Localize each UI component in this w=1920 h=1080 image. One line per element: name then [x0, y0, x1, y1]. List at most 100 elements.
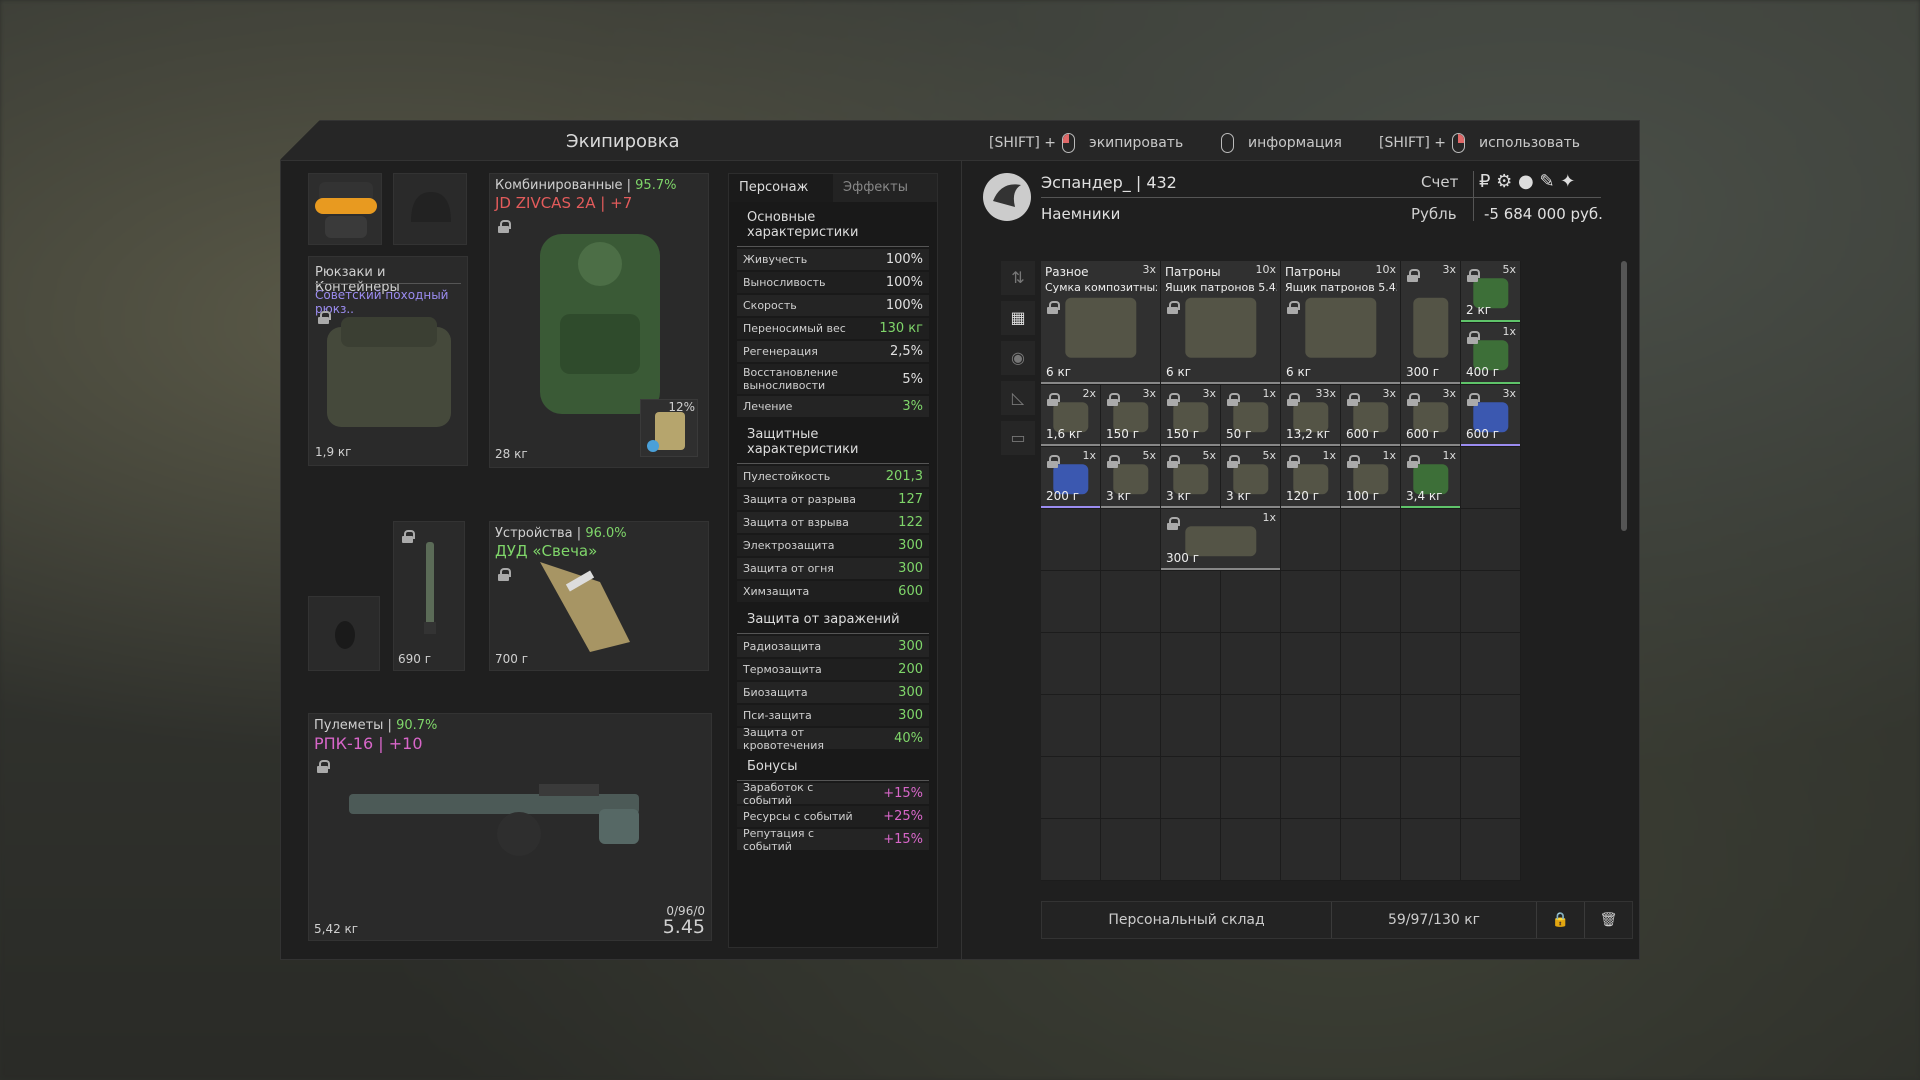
- inventory-cell[interactable]: [1161, 695, 1221, 757]
- inventory-cell[interactable]: [1401, 695, 1461, 757]
- inventory-cell[interactable]: [1221, 757, 1281, 819]
- inventory-cell[interactable]: [1341, 757, 1401, 819]
- mouse-icon: [1221, 133, 1234, 153]
- inventory-item[interactable]: 5x 2 кг: [1461, 261, 1520, 322]
- device-slot[interactable]: Устройства | 96.0% ДУД «Свеча» 700 г: [489, 521, 709, 671]
- mask-slot[interactable]: [308, 173, 382, 245]
- inventory-item[interactable]: 5x 3 кг: [1161, 447, 1220, 508]
- inventory-cell[interactable]: [1281, 757, 1341, 819]
- tab-character[interactable]: Персонаж: [729, 174, 833, 202]
- inventory-cell[interactable]: [1101, 509, 1161, 571]
- inventory-item[interactable]: ПатроныЯщик патронов 5.45 мм..10x6 кг: [1161, 261, 1280, 384]
- inventory-cell[interactable]: [1461, 571, 1521, 633]
- inventory-cell[interactable]: [1041, 571, 1101, 633]
- inventory-cell[interactable]: [1101, 819, 1161, 881]
- window-title: Экипировка: [566, 131, 680, 152]
- inventory-item[interactable]: 3x 300 г: [1401, 261, 1460, 384]
- inventory-item[interactable]: 1x 200 г: [1041, 447, 1100, 508]
- inventory-cell[interactable]: [1221, 633, 1281, 695]
- armor-slot[interactable]: Комбинированные | 95.7% JD ZIVCAS 2A | +…: [489, 173, 709, 468]
- inventory-cell[interactable]: [1041, 695, 1101, 757]
- inventory-item[interactable]: 3x 600 г: [1461, 385, 1520, 446]
- box-icon[interactable]: ▭: [1001, 421, 1035, 455]
- inventory-cell[interactable]: [1041, 509, 1101, 571]
- lock-icon: [1047, 393, 1060, 406]
- ruler-icon[interactable]: ◺: [1001, 381, 1035, 415]
- lock-icon[interactable]: 🔒: [1536, 902, 1584, 938]
- melee-slot[interactable]: 690 г: [393, 521, 465, 671]
- weapon-slot[interactable]: Пулеметы | 90.7% РПК-16 | +10 0/96/0 5.4…: [308, 713, 712, 941]
- inventory-item[interactable]: 1x 300 г: [1161, 509, 1280, 570]
- inventory-cell[interactable]: [1281, 695, 1341, 757]
- inventory-cell[interactable]: [1401, 819, 1461, 881]
- stat-row: Защита от кровотечения 40%: [737, 726, 929, 752]
- inventory-cell[interactable]: [1221, 695, 1281, 757]
- inventory-item[interactable]: 3x 600 г: [1401, 385, 1460, 446]
- stat-row: Переносимый вес 130 кг: [737, 318, 929, 339]
- inventory-cell[interactable]: [1341, 509, 1401, 571]
- sort-icon[interactable]: ⇅: [1001, 261, 1035, 295]
- inventory-cell[interactable]: [1281, 819, 1341, 881]
- lock-icon: [1227, 455, 1240, 468]
- inventory-cell[interactable]: [1161, 571, 1221, 633]
- inventory-cell[interactable]: [1281, 509, 1341, 571]
- inventory-cell[interactable]: [1101, 757, 1161, 819]
- inventory-cell[interactable]: [1161, 819, 1221, 881]
- inventory-item[interactable]: 5x 3 кг: [1101, 447, 1160, 508]
- personal-storage-button[interactable]: Персональный склад: [1042, 902, 1332, 938]
- inventory-cell[interactable]: [1041, 633, 1101, 695]
- ruble-icon[interactable]: ₽ ⚙ ● ✎ ✦: [1479, 171, 1575, 192]
- inventory-item[interactable]: 3x 600 г: [1341, 385, 1400, 446]
- inventory-cell[interactable]: [1161, 633, 1221, 695]
- inventory-cell[interactable]: [1221, 571, 1281, 633]
- inventory-cell[interactable]: [1401, 633, 1461, 695]
- inventory-cell[interactable]: [1341, 819, 1401, 881]
- inventory-item[interactable]: 1x 50 г: [1221, 385, 1280, 446]
- stat-row: Заработок с событий +15%: [737, 781, 929, 807]
- inventory-item[interactable]: 1x 3,4 кг: [1401, 447, 1460, 508]
- inventory-item[interactable]: 1x 120 г: [1281, 447, 1340, 508]
- inventory-cell[interactable]: [1041, 819, 1101, 881]
- backpack-slot[interactable]: Рюкзаки и Контейнеры Советский походный …: [308, 256, 468, 466]
- tab-effects[interactable]: Эффекты: [833, 174, 937, 202]
- inventory-cell[interactable]: [1461, 819, 1521, 881]
- lock-icon: [1287, 301, 1300, 314]
- inventory-cell[interactable]: [1461, 757, 1521, 819]
- inventory-item[interactable]: 1x 400 г: [1461, 323, 1520, 384]
- inventory-item[interactable]: 33x 13,2 кг: [1281, 385, 1340, 446]
- inventory-cell[interactable]: [1341, 571, 1401, 633]
- armor-insert-slot[interactable]: 12%: [640, 399, 698, 457]
- inventory-cell[interactable]: [1101, 571, 1161, 633]
- grid-icon[interactable]: ▦: [1001, 301, 1035, 335]
- inventory-cell[interactable]: [1281, 633, 1341, 695]
- inventory-cell[interactable]: [1101, 633, 1161, 695]
- inventory-item[interactable]: РазноеСумка композитных пла..3x6 кг: [1041, 261, 1160, 384]
- inventory-cell[interactable]: [1041, 757, 1101, 819]
- trash-icon[interactable]: 🗑: [1584, 902, 1632, 938]
- item-icon: [1064, 297, 1137, 358]
- inventory-cell[interactable]: [1161, 757, 1221, 819]
- helmet-slot[interactable]: [393, 173, 467, 245]
- inventory-cell[interactable]: [1461, 447, 1521, 509]
- inventory-cell[interactable]: [1401, 571, 1461, 633]
- inventory-cell[interactable]: [1341, 695, 1401, 757]
- inventory-cell[interactable]: [1221, 819, 1281, 881]
- inventory-cell[interactable]: [1101, 695, 1161, 757]
- inventory-item[interactable]: 5x 3 кг: [1221, 447, 1280, 508]
- inventory-cell[interactable]: [1401, 757, 1461, 819]
- inventory-item[interactable]: 3x 150 г: [1101, 385, 1160, 446]
- inventory-cell[interactable]: [1461, 509, 1521, 571]
- inventory-item[interactable]: 2x 1,6 кг: [1041, 385, 1100, 446]
- inventory-cell[interactable]: [1341, 633, 1401, 695]
- grenade-slot[interactable]: [308, 596, 380, 671]
- inventory-item[interactable]: 1x 100 г: [1341, 447, 1400, 508]
- inventory-cell[interactable]: [1401, 509, 1461, 571]
- scrollbar[interactable]: [1621, 261, 1627, 531]
- inventory-cell[interactable]: [1461, 695, 1521, 757]
- filter-icon[interactable]: ◉: [1001, 341, 1035, 375]
- inventory-cell[interactable]: [1461, 633, 1521, 695]
- stat-row: Защита от взрыва 122: [737, 512, 929, 533]
- inventory-item[interactable]: 3x 150 г: [1161, 385, 1220, 446]
- inventory-cell[interactable]: [1281, 571, 1341, 633]
- inventory-item[interactable]: ПатроныЯщик патронов 5.45 мм..10x6 кг: [1281, 261, 1400, 384]
